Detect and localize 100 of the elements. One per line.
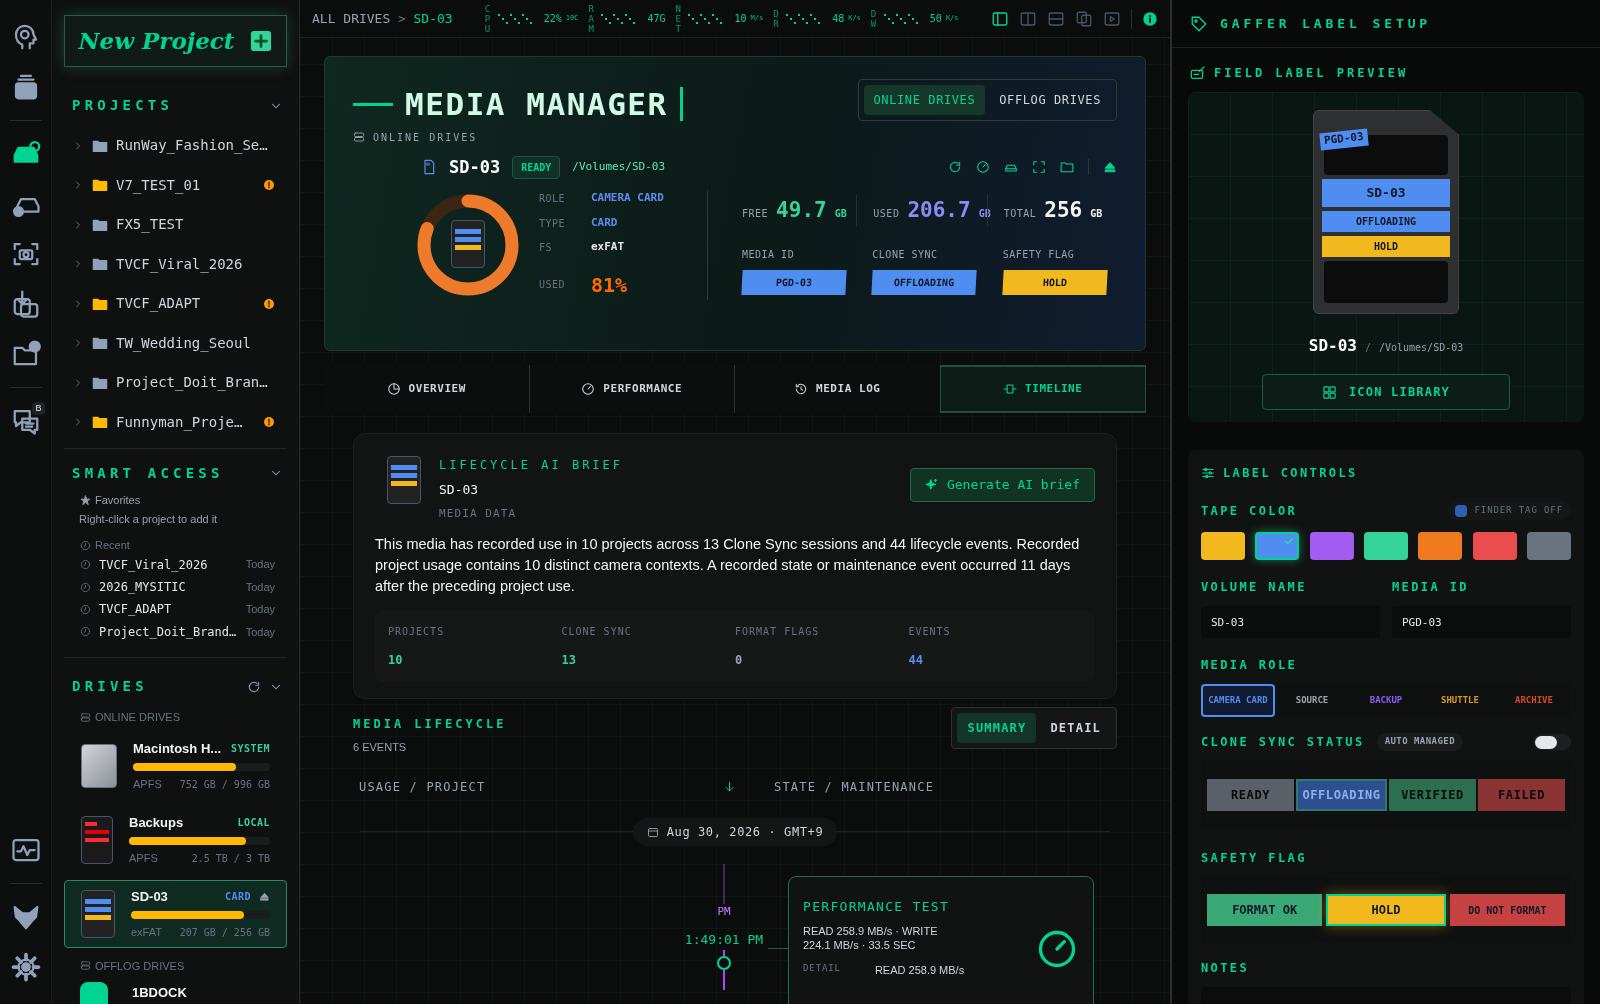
tape-tag: HOLD [1002, 269, 1108, 295]
drive-name: Macintosh H... [133, 739, 222, 758]
role-option[interactable]: ARCHIVE [1497, 684, 1571, 717]
tape-label: MEDIA ID [742, 247, 796, 262]
refresh-icon[interactable] [948, 160, 962, 175]
capacity-unit: GB [834, 207, 847, 222]
tape-label: PGD-03 [1319, 128, 1369, 150]
tab[interactable]: MEDIA LOG [734, 365, 940, 413]
color-swatch[interactable] [1201, 532, 1245, 560]
capacity-text: 207 GB / 256 GB [179, 925, 270, 940]
project-name[interactable]: TW_Wedding_Seoul [116, 332, 275, 354]
metric-label: FORMAT FLAGS [735, 625, 821, 639]
tab[interactable]: PERFORMANCE [528, 365, 734, 413]
finder-tag-badge[interactable]: FINDER TAG OFF [1446, 502, 1571, 520]
flag-tape[interactable]: HOLD [1326, 894, 1446, 926]
drive-item[interactable]: Backups LOCAL APFS 2.5 TB / 3 TB [64, 805, 287, 874]
tape-tag: PGD-03 [741, 269, 847, 295]
tab[interactable]: TIMELINE [939, 365, 1146, 413]
role-option[interactable]: BACKUP [1349, 684, 1423, 717]
status-tape[interactable]: OFFLOADING [1296, 779, 1387, 811]
capacity-unit: GB [1090, 207, 1103, 222]
field-label: MEDIA ROLE [1201, 658, 1298, 672]
view-tab[interactable]: SUMMARY [957, 713, 1037, 743]
auto-toggle[interactable] [1534, 734, 1571, 750]
project-name[interactable]: V7_TEST_01 [116, 174, 255, 196]
eject-icon[interactable] [259, 890, 270, 902]
metric-label: CLONE SYNC [561, 625, 633, 639]
project-name[interactable]: TVCF_ADAPT [116, 293, 255, 315]
clock-icon [80, 581, 91, 593]
breadcrumb-link[interactable]: ALL DRIVES [312, 8, 391, 29]
field-label: NOTES [1201, 961, 1250, 975]
color-swatch[interactable] [1472, 532, 1517, 560]
stat-label: DR [773, 8, 780, 29]
section-title: LABEL CONTROLS [1223, 465, 1358, 482]
project-name[interactable]: Funnyman_Proje… [116, 411, 255, 433]
layout-button[interactable] [991, 9, 1009, 28]
recent-project[interactable]: 2026_MYSITIC [99, 578, 238, 596]
new-project-button[interactable]: New Project [64, 15, 287, 67]
color-swatch[interactable] [1255, 532, 1300, 560]
info-icon[interactable] [1142, 10, 1158, 27]
icon-library-button[interactable]: ICON LIBRARY [1262, 374, 1510, 410]
filesystem: APFS [133, 777, 162, 792]
warning-icon [263, 179, 275, 192]
color-swatch[interactable] [1309, 532, 1354, 560]
view-tab[interactable]: OFFLOG DRIVES [989, 85, 1111, 115]
column-label: STATE / MAINTENANCE [774, 778, 935, 796]
badge: B [32, 402, 45, 415]
drive-name: SD-03 [131, 887, 168, 906]
fullscreen-icon[interactable] [1032, 160, 1046, 175]
film-icon [1003, 382, 1018, 396]
field-label: TAPE COLOR [1201, 503, 1298, 520]
view-tab[interactable]: ONLINE DRIVES [863, 85, 986, 115]
eject-icon[interactable] [1103, 160, 1117, 175]
drive-name[interactable]: 1BDOCK [132, 983, 187, 1003]
folder-icon[interactable] [1060, 160, 1074, 175]
project-name[interactable]: TVCF_Viral_2026 [116, 253, 275, 275]
recent-time: Today [245, 602, 275, 618]
sparkline-drawing [688, 13, 723, 24]
drive-name: SD-03 [449, 155, 501, 179]
volume-name-field[interactable]: SD-03 [1201, 606, 1380, 638]
recent-project[interactable]: TVCF_Viral_2026 [99, 555, 238, 574]
role-option[interactable]: SHUTTLE [1423, 684, 1497, 717]
project-name[interactable]: Project_Doit_Bran… [116, 372, 275, 394]
clock-icon [80, 539, 91, 551]
stat-label: NET [675, 3, 682, 34]
view-tab[interactable]: DETAIL [1040, 713, 1111, 743]
drive-drawing [81, 815, 113, 864]
stat-label: CPU [484, 3, 492, 34]
flag-tape[interactable]: FORMAT OK [1207, 894, 1323, 926]
finder-icon [1454, 505, 1467, 517]
project-name[interactable]: RunWay_Fashion_Se… [116, 135, 275, 157]
drive-item[interactable]: SD-03 CARD exFAT 207 GB / 256 GB [64, 879, 287, 948]
refresh-icon[interactable] [247, 679, 261, 694]
server-icon [80, 711, 91, 723]
flag-tape[interactable]: DO NOT FORMAT [1449, 894, 1565, 926]
role-option[interactable]: SOURCE [1275, 684, 1349, 717]
gauge-icon[interactable] [976, 160, 990, 175]
role-option[interactable]: CAMERA CARD [1201, 684, 1275, 717]
sparkline-drawing [786, 13, 821, 24]
rail-button[interactable] [10, 952, 41, 982]
stat-value: 50 [929, 12, 942, 26]
metric-value: 13 [561, 652, 577, 669]
color-swatch[interactable] [1418, 532, 1463, 560]
tab[interactable]: OVERVIEW [324, 365, 529, 413]
info-label: TYPE [539, 216, 567, 231]
color-swatch[interactable] [1526, 532, 1571, 560]
capacity-value: 256 [1044, 197, 1083, 225]
drive-item[interactable]: Macintosh H... SYSTEM APFS 752 GB / 996 GB [64, 731, 287, 800]
color-swatch[interactable] [1364, 532, 1408, 560]
drive-tag: CARD [224, 888, 251, 904]
compare-icon [1075, 9, 1093, 28]
generate-brief-button[interactable]: Generate AI brief [909, 468, 1095, 502]
recent-project[interactable]: TVCF_ADAPT [99, 600, 238, 619]
auto-managed-badge: AUTO MANAGED [1376, 733, 1464, 751]
recent-project[interactable]: Project_Doit_Brand… [99, 622, 238, 641]
project-name[interactable]: FX5_TEST [116, 214, 275, 236]
media-id-field[interactable]: PGD-03 [1392, 606, 1571, 638]
card-title: LIFECYCLE AI BRIEF [439, 457, 624, 474]
capacity-value: 206.7 [907, 197, 971, 225]
breadcrumb-current: SD-03 [413, 9, 453, 28]
